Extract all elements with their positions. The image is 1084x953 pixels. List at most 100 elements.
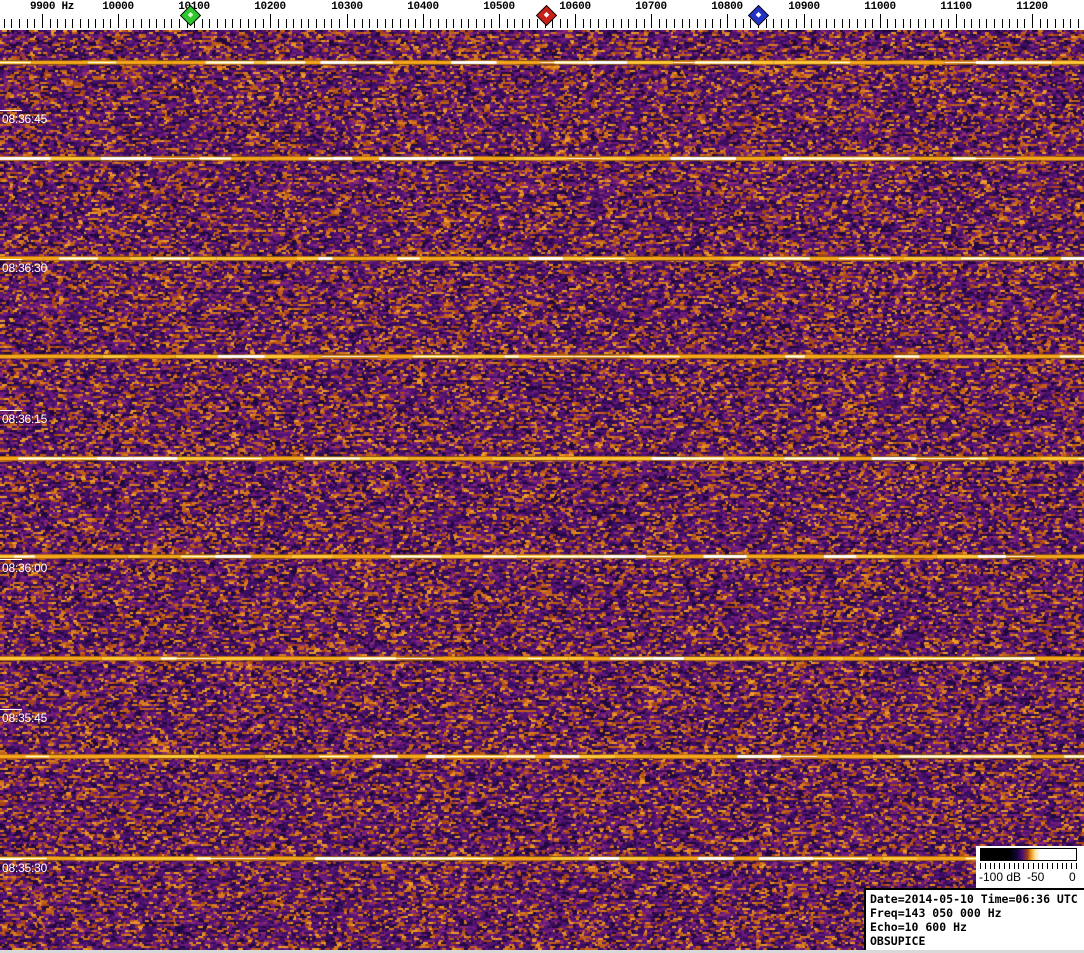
freq-tick (347, 14, 348, 28)
freq-tick-label: 11100 (940, 1, 972, 13)
freq-tick (377, 19, 378, 28)
freq-tick (636, 19, 637, 28)
freq-tick (964, 19, 965, 28)
freq-tick (232, 19, 233, 28)
freq-tick (484, 19, 485, 28)
freq-tick (446, 19, 447, 28)
freq-tick (1002, 19, 1003, 28)
freq-tick (42, 14, 43, 28)
freq-tick (560, 19, 561, 28)
freq-tick (682, 19, 683, 28)
freq-tick (171, 19, 172, 28)
freq-tick (644, 19, 645, 28)
colorbar-tick (1009, 863, 1010, 869)
colorbar-tick (1014, 863, 1015, 869)
time-tick-label: 08:36:00 (2, 561, 48, 575)
freq-tick (324, 19, 325, 28)
colorbar-tick (1052, 863, 1053, 869)
time-tick-dash (0, 859, 22, 860)
colorbar-tick (1033, 863, 1034, 869)
freq-tick (750, 19, 751, 28)
freq-tick-label: 10400 (407, 1, 439, 13)
colorbar-tick (1004, 863, 1005, 869)
freq-tick-label: 10700 (635, 1, 667, 13)
freq-tick (80, 19, 81, 28)
freq-tick (316, 19, 317, 28)
freq-tick (1032, 14, 1033, 28)
freq-tick (567, 19, 568, 28)
time-tick-dash (0, 709, 22, 710)
freq-tick (293, 19, 294, 28)
freq-tick (308, 19, 309, 28)
freq-tick (651, 14, 652, 28)
freq-tick (34, 19, 35, 28)
spectrogram-canvas[interactable] (0, 30, 1084, 950)
freq-tick (727, 14, 728, 28)
observation-info-box: Date=2014-05-10 Time=06:36 UTC Freq=143 … (864, 888, 1084, 952)
freq-tick (263, 19, 264, 28)
time-tick-label: 08:36:45 (2, 112, 48, 126)
freq-tick (575, 14, 576, 28)
freq-tick (537, 19, 538, 28)
freq-tick (339, 19, 340, 28)
freq-tick (126, 19, 127, 28)
freq-tick (95, 19, 96, 28)
red-frequency-marker-icon[interactable] (535, 4, 557, 27)
freq-tick (65, 19, 66, 28)
freq-tick (202, 19, 203, 28)
freq-tick (217, 19, 218, 28)
freq-tick (331, 19, 332, 28)
freq-tick (278, 19, 279, 28)
freq-tick (773, 19, 774, 28)
freq-tick (248, 19, 249, 28)
freq-tick (1040, 19, 1041, 28)
freq-tick (925, 19, 926, 28)
freq-tick-label: 10900 (788, 1, 820, 13)
freq-tick-label: 11000 (864, 1, 896, 13)
freq-tick (385, 19, 386, 28)
freq-tick (598, 19, 599, 28)
freq-tick (979, 19, 980, 28)
freq-tick (11, 19, 12, 28)
freq-tick (461, 19, 462, 28)
freq-tick (529, 19, 530, 28)
time-tick-label: 08:35:45 (2, 711, 48, 725)
colorbar-label-min: -100 dB (979, 870, 1022, 884)
freq-tick (408, 19, 409, 28)
freq-tick (666, 19, 667, 28)
freq-tick (788, 19, 789, 28)
freq-tick (971, 19, 972, 28)
freq-tick (781, 19, 782, 28)
freq-tick (613, 19, 614, 28)
colorbar-panel: -100 dB -50 0 (976, 846, 1084, 888)
freq-tick (50, 19, 51, 28)
freq-tick (103, 19, 104, 28)
freq-tick (834, 19, 835, 28)
freq-tick (1009, 19, 1010, 28)
info-echo: Echo=10 600 Hz (870, 920, 967, 934)
freq-tick (415, 19, 416, 28)
freq-tick (819, 19, 820, 28)
freq-tick (849, 19, 850, 28)
freq-tick-label: 10300 (331, 1, 363, 13)
freq-tick (1063, 19, 1064, 28)
freq-tick (712, 19, 713, 28)
colorbar-tick (1047, 863, 1048, 869)
freq-tick (720, 19, 721, 28)
freq-tick (994, 19, 995, 28)
colorbar-tick (1071, 863, 1072, 869)
freq-tick (735, 19, 736, 28)
colorbar-tick (1038, 863, 1039, 869)
freq-tick (301, 19, 302, 28)
freq-tick (255, 19, 256, 28)
freq-tick (118, 14, 119, 28)
time-tick-dash (0, 559, 22, 560)
freq-tick (72, 19, 73, 28)
time-tick-label: 08:35:30 (2, 861, 48, 875)
freq-tick (674, 19, 675, 28)
freq-tick-label: 11200 (1016, 1, 1048, 13)
colorbar-tick (1062, 863, 1063, 869)
freq-tick (423, 14, 424, 28)
freq-tick (628, 19, 629, 28)
freq-tick (438, 19, 439, 28)
